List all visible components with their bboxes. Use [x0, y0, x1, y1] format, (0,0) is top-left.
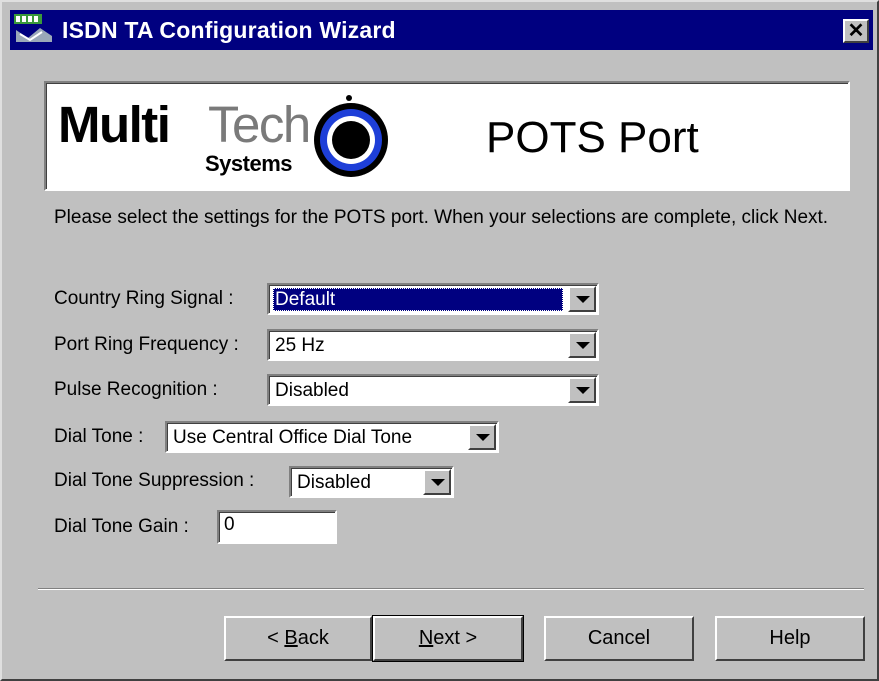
country-ring-signal-label: Country Ring Signal : [54, 288, 234, 309]
chevron-down-icon[interactable] [568, 332, 596, 358]
cancel-button[interactable]: Cancel [544, 616, 694, 661]
country-ring-signal-value: Default [273, 288, 563, 311]
dial-tone-suppression-label: Dial Tone Suppression : [54, 470, 255, 491]
next-button[interactable]: Next > [372, 615, 524, 662]
chevron-down-icon[interactable] [568, 286, 596, 312]
pulse-recognition-value: Disabled [275, 380, 349, 401]
title-bar[interactable]: ISDN TA Configuration Wizard ✕ [10, 10, 873, 50]
next-button-mnemonic: N [418, 627, 434, 649]
port-ring-frequency-value: 25 Hz [275, 335, 325, 356]
country-ring-signal-select[interactable]: Default [267, 283, 599, 315]
pulse-recognition-label: Pulse Recognition : [54, 379, 218, 400]
pulse-recognition-select[interactable]: Disabled [267, 374, 599, 406]
header-banner: Multi Tech Systems POTS Port [44, 81, 850, 191]
dial-tone-suppression-select[interactable]: Disabled [289, 466, 454, 498]
back-button[interactable]: < Back [224, 616, 372, 661]
chevron-down-icon[interactable] [468, 424, 496, 450]
dial-tone-gain-label: Dial Tone Gain : [54, 516, 189, 537]
separator [38, 588, 864, 590]
cancel-button-label: Cancel [587, 627, 651, 649]
multitech-app-icon [12, 12, 56, 48]
wizard-window: ISDN TA Configuration Wizard ✕ Multi Tec… [0, 0, 879, 681]
logo-circle-icon [314, 103, 388, 177]
chevron-down-icon[interactable] [568, 377, 596, 403]
back-button-label: ack [297, 627, 329, 649]
help-button-label: Help [769, 627, 811, 649]
dial-tone-value: Use Central Office Dial Tone [173, 427, 413, 448]
port-ring-frequency-label: Port Ring Frequency : [54, 334, 239, 355]
logo-dot-icon [346, 95, 352, 101]
port-ring-frequency-select[interactable]: 25 Hz [267, 329, 599, 361]
logo-word-tech: Tech [208, 96, 311, 153]
dial-tone-label: Dial Tone : [54, 426, 144, 447]
close-button[interactable]: ✕ [843, 19, 869, 43]
multitech-logo: Multi Tech Systems [58, 95, 398, 181]
logo-word-multi: Multi [58, 96, 171, 153]
close-icon: ✕ [847, 20, 865, 42]
chevron-down-icon[interactable] [423, 469, 451, 495]
help-button[interactable]: Help [715, 616, 865, 661]
dial-tone-gain-input[interactable]: 0 [217, 510, 337, 544]
dial-tone-select[interactable]: Use Central Office Dial Tone [165, 421, 499, 453]
back-button-mnemonic: B [284, 627, 298, 649]
back-button-prefix: < [267, 627, 285, 649]
instructions-text: Please select the settings for the POTS … [54, 207, 829, 228]
page-title: POTS Port [486, 113, 699, 162]
window-title: ISDN TA Configuration Wizard [62, 16, 396, 43]
next-button-label: ext > [433, 627, 478, 649]
dial-tone-suppression-value: Disabled [297, 472, 371, 493]
logo-word-systems: Systems [205, 151, 293, 176]
